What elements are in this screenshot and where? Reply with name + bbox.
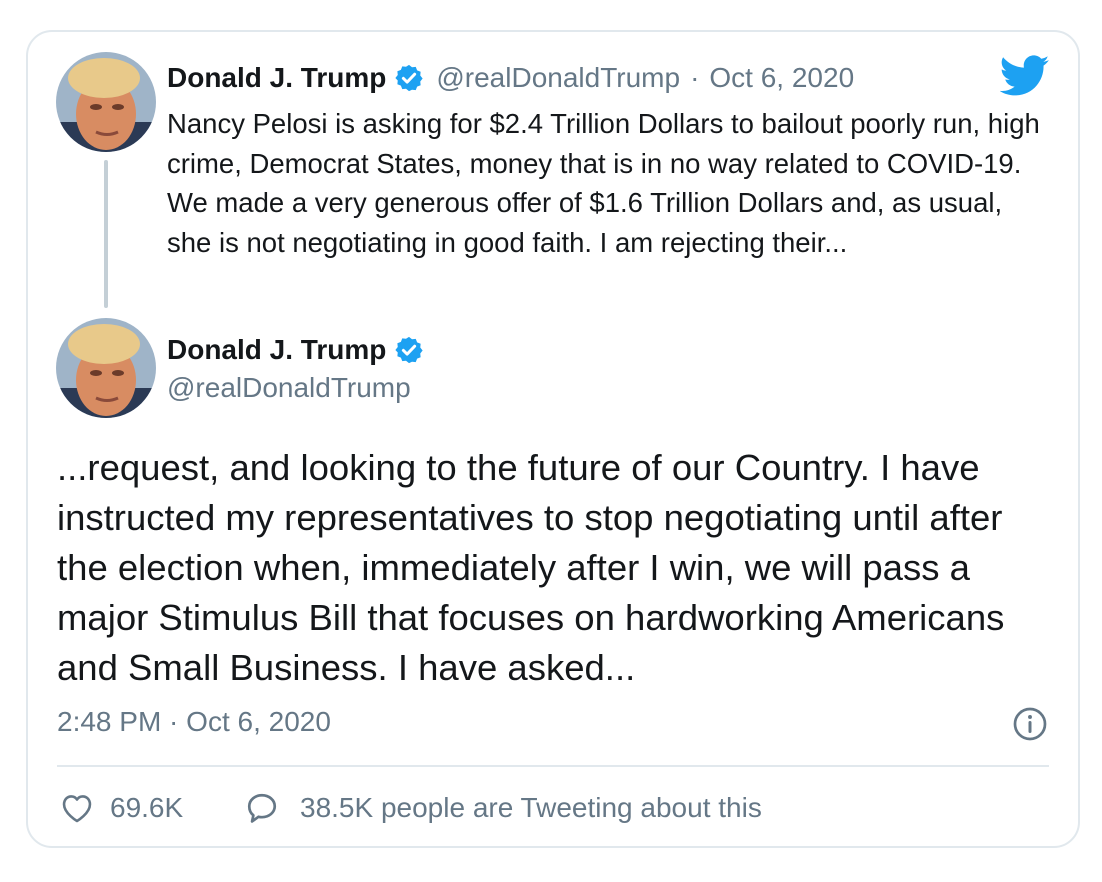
tweet-timestamp[interactable]: 2:48 PM · Oct 6, 2020 — [57, 706, 331, 738]
main-tweet-text: ...request, and looking to the future of… — [57, 447, 1005, 688]
avatar[interactable] — [56, 52, 156, 152]
like-count: 69.6K — [110, 792, 184, 823]
speech-bubble-icon — [247, 793, 277, 823]
avatar[interactable] — [56, 318, 156, 418]
verified-badge-icon — [395, 336, 423, 364]
verified-badge-icon — [395, 64, 423, 92]
tweeting-about-this-text: 38.5K people are Tweeting about this — [300, 792, 762, 823]
quoted-tweet-header: Donald J. Trump @realDonaldTrump · Oct 6… — [167, 58, 854, 98]
thread-connector-line — [104, 160, 108, 308]
display-name[interactable]: Donald J. Trump — [167, 62, 386, 94]
handle[interactable]: @realDonaldTrump — [436, 62, 680, 94]
tweeting-about-this-link[interactable]: 38.5K people are Tweeting about this — [244, 788, 762, 828]
main-tweet-header: Donald J. Trump — [167, 330, 424, 370]
quoted-tweet-date[interactable]: Oct 6, 2020 — [709, 62, 854, 94]
twitter-bird-icon[interactable] — [1000, 54, 1050, 98]
quoted-tweet-text: Nancy Pelosi is asking for $2.4 Trillion… — [167, 108, 1040, 258]
heart-icon — [62, 795, 92, 823]
handle[interactable]: @realDonaldTrump — [167, 372, 411, 404]
divider — [57, 765, 1049, 767]
display-name[interactable]: Donald J. Trump — [167, 334, 386, 366]
separator-dot: · — [690, 62, 700, 93]
info-icon[interactable] — [1012, 706, 1048, 742]
like-button[interactable]: 69.6K — [60, 788, 183, 828]
